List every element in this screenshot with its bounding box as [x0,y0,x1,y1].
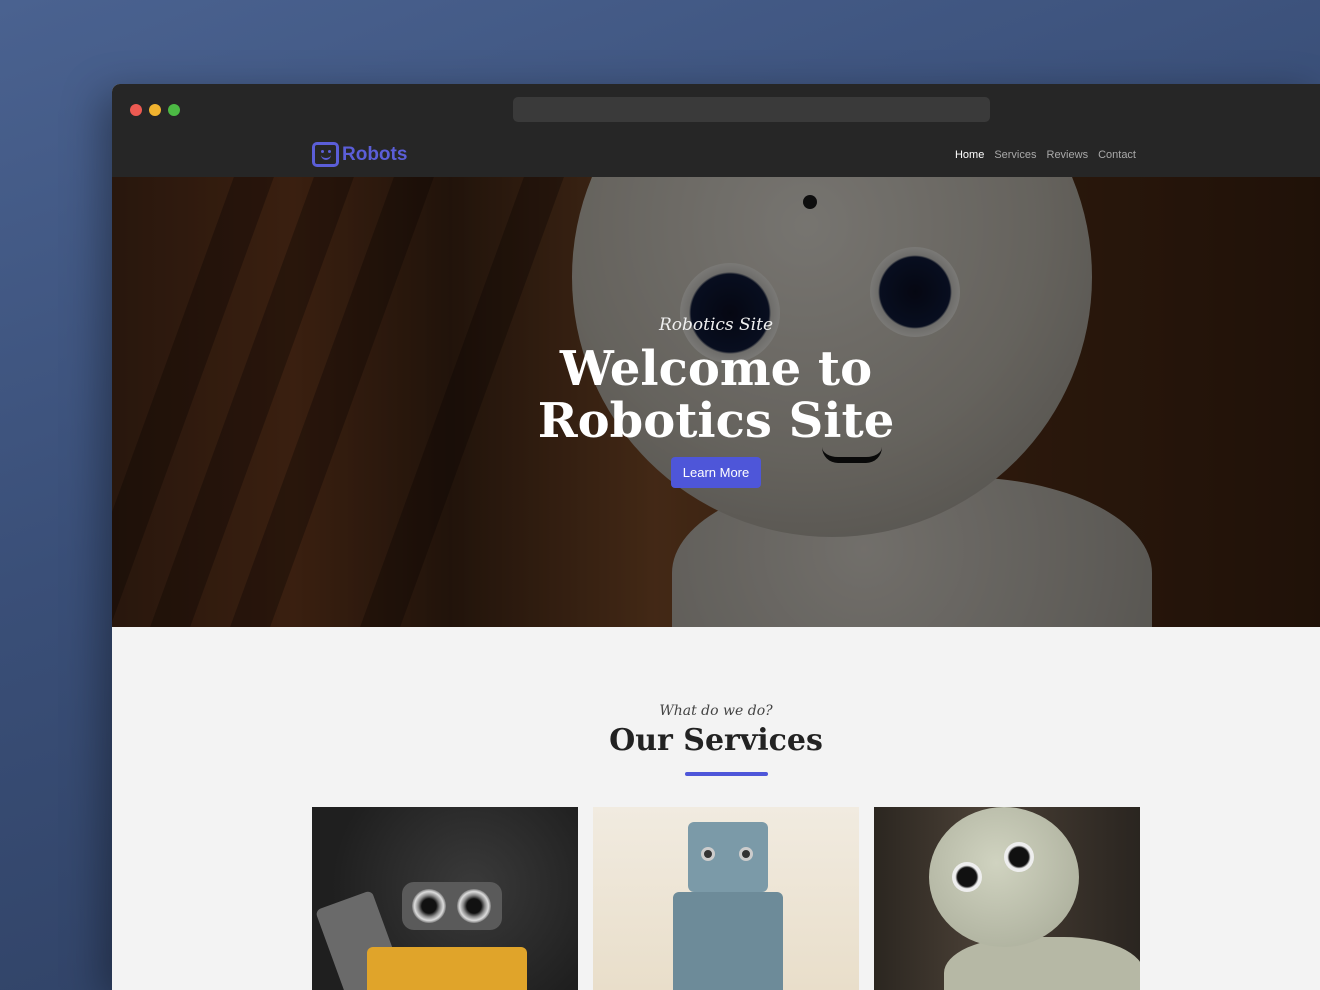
site-navbar: Robots Home Services Reviews Contact [112,134,1320,177]
service-card-image[interactable] [593,807,859,990]
service-card-image[interactable] [312,807,578,990]
service-card-image[interactable] [874,807,1140,990]
services-section: What do we do? Our Services [112,627,1320,990]
logo-text: Robots [342,143,408,165]
nav-item-reviews[interactable]: Reviews [1047,149,1089,161]
browser-window: Robots Home Services Reviews Contact Rob… [112,84,1320,990]
services-script-text: What do we do? [659,703,773,719]
nav-item-services[interactable]: Services [994,149,1036,161]
service-cards [312,807,1140,990]
minimize-window-button[interactable] [149,104,161,116]
nav-item-contact[interactable]: Contact [1098,149,1136,161]
nav-item-home[interactable]: Home [955,149,984,161]
robot-face-icon [312,142,339,167]
hero-script-text: Robotics Site [658,315,774,335]
hero-section: Robotics Site Welcome to Robotics Site L… [112,177,1320,627]
hero-title-line2: Robotics Site [537,393,895,449]
browser-chrome [112,84,1320,134]
close-window-button[interactable] [130,104,142,116]
window-controls [130,104,180,116]
hero-content: Robotics Site Welcome to Robotics Site L… [112,315,1320,488]
services-title: Our Services [609,723,823,758]
address-bar[interactable] [513,97,990,122]
nav-links: Home Services Reviews Contact [955,149,1136,161]
hero-title-line1: Welcome to [559,341,873,397]
title-underline [685,772,768,776]
site-logo[interactable]: Robots [312,142,407,167]
maximize-window-button[interactable] [168,104,180,116]
learn-more-button[interactable]: Learn More [670,457,762,488]
